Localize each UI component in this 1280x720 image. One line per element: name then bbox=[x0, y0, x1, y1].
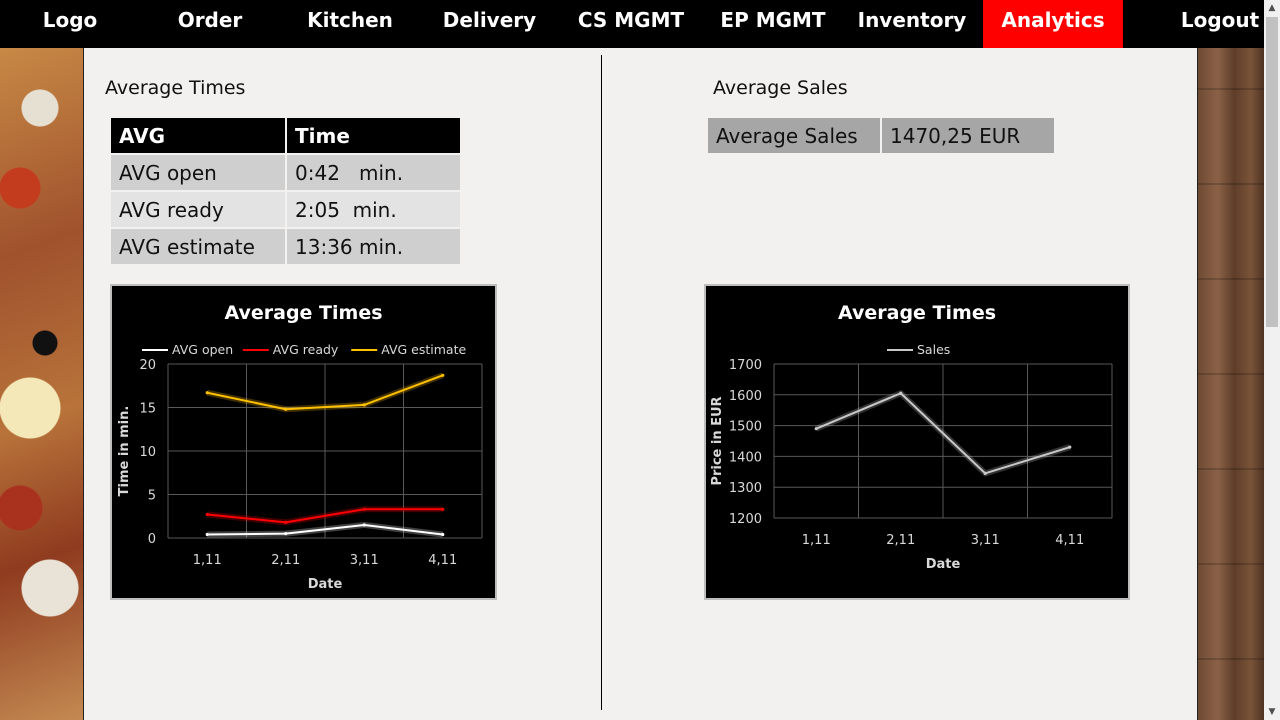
y-tick-label: 15 bbox=[139, 402, 156, 417]
average-times-title: Average Times bbox=[105, 77, 246, 99]
chart-title: Average Times bbox=[838, 302, 996, 324]
y-tick-label: 1300 bbox=[729, 481, 762, 496]
data-point bbox=[441, 532, 445, 537]
scroll-up-icon[interactable]: ▲ bbox=[1264, 0, 1280, 16]
data-point bbox=[205, 532, 209, 537]
y-axis-label: Price in EUR bbox=[710, 396, 725, 485]
sales-label: Average Sales bbox=[708, 118, 880, 153]
row-value: 0:42 min. bbox=[287, 155, 460, 190]
row-value: 2:05 min. bbox=[287, 192, 460, 227]
x-tick-label: 1,11 bbox=[802, 533, 831, 548]
data-point bbox=[899, 391, 903, 395]
pizza-background-image bbox=[0, 48, 83, 720]
table-row: Average Sales 1470,25 EUR bbox=[708, 118, 1054, 153]
left-border bbox=[83, 48, 84, 720]
average-sales-table: Average Sales 1470,25 EUR bbox=[706, 116, 1056, 155]
average-times-table: AVG Time AVG open 0:42 min. AVG ready 2:… bbox=[109, 116, 462, 266]
data-point bbox=[362, 403, 366, 407]
data-point bbox=[1068, 445, 1072, 449]
scroll-thumb[interactable] bbox=[1266, 17, 1278, 327]
nav-inventory[interactable]: Inventory bbox=[852, 0, 972, 48]
x-tick-label: 2,11 bbox=[886, 533, 915, 548]
y-tick-label: 1600 bbox=[729, 389, 762, 404]
data-point bbox=[441, 373, 445, 377]
y-tick-label: 1500 bbox=[729, 420, 762, 435]
nav-cs-mgmt[interactable]: CS MGMT bbox=[570, 0, 692, 48]
average-times-chart-svg: Average Times AVG open AVG ready AVG estima… bbox=[117, 302, 483, 592]
table-row: AVG ready 2:05 min. bbox=[111, 192, 460, 227]
row-value: 13:36 min. bbox=[287, 229, 460, 264]
top-navigation: Logo Order Kitchen Delivery CS MGMT EP M… bbox=[0, 0, 1264, 48]
nav-kitchen[interactable]: Kitchen bbox=[295, 0, 405, 48]
y-tick-label: 1700 bbox=[729, 358, 762, 373]
nav-logo[interactable]: Logo bbox=[25, 0, 115, 48]
data-point bbox=[983, 471, 987, 475]
data-point bbox=[441, 507, 445, 511]
nav-order[interactable]: Order bbox=[160, 0, 260, 48]
header-avg: AVG bbox=[111, 118, 285, 153]
row-label: AVG estimate bbox=[111, 229, 285, 264]
sales-value: 1470,25 EUR bbox=[882, 118, 1054, 153]
average-times-chart: Average Times AVG open AVG ready AVG estima… bbox=[110, 284, 497, 600]
header-time: Time bbox=[287, 118, 460, 153]
y-tick-label: 1400 bbox=[729, 450, 762, 465]
y-tick-label: 20 bbox=[139, 358, 156, 373]
data-point bbox=[284, 520, 288, 524]
nav-analytics[interactable]: Analytics bbox=[983, 0, 1123, 48]
x-tick-label: 2,11 bbox=[271, 553, 300, 568]
x-tick-label: 4,11 bbox=[428, 553, 457, 568]
scroll-down-icon[interactable]: ▼ bbox=[1264, 704, 1280, 720]
x-axis-label: Date bbox=[926, 557, 961, 572]
legend-label: AVG estimate bbox=[381, 342, 466, 357]
y-tick-label: 10 bbox=[139, 445, 156, 460]
row-label: AVG ready bbox=[111, 192, 285, 227]
column-divider bbox=[601, 55, 602, 710]
nav-logout[interactable]: Logout bbox=[1170, 0, 1270, 48]
table-row: AVG open 0:42 min. bbox=[111, 155, 460, 190]
x-tick-label: 1,11 bbox=[193, 553, 222, 568]
nav-delivery[interactable]: Delivery bbox=[432, 0, 547, 48]
sales-chart-svg: Average Times Sales 1200 1300 1400 1500 1600 17… bbox=[710, 302, 1113, 572]
table-header-row: AVG Time bbox=[111, 118, 460, 153]
nav-ep-mgmt[interactable]: EP MGMT bbox=[712, 0, 834, 48]
page-scrollbar[interactable]: ▲ ▼ bbox=[1264, 0, 1280, 720]
row-label: AVG open bbox=[111, 155, 285, 190]
data-point bbox=[205, 391, 209, 395]
x-tick-label: 3,11 bbox=[971, 533, 1000, 548]
chart-title: Average Times bbox=[224, 302, 382, 324]
x-tick-label: 4,11 bbox=[1055, 533, 1084, 548]
wood-background-image bbox=[1198, 48, 1264, 720]
right-border bbox=[1197, 48, 1198, 720]
y-axis-label: Time in min. bbox=[117, 406, 132, 497]
table-row: AVG estimate 13:36 min. bbox=[111, 229, 460, 264]
data-point bbox=[362, 507, 366, 511]
average-sales-title: Average Sales bbox=[713, 77, 848, 99]
data-point bbox=[362, 523, 366, 527]
legend-label: AVG ready bbox=[273, 342, 339, 357]
y-tick-label: 5 bbox=[148, 489, 156, 504]
legend-label: AVG open bbox=[172, 342, 233, 357]
x-tick-label: 3,11 bbox=[350, 553, 379, 568]
data-point bbox=[814, 427, 818, 431]
x-axis-label: Date bbox=[308, 577, 343, 592]
data-point bbox=[284, 407, 288, 411]
data-point bbox=[205, 512, 209, 517]
data-point bbox=[284, 532, 288, 536]
y-tick-label: 0 bbox=[148, 532, 156, 547]
y-tick-label: 1200 bbox=[729, 512, 762, 527]
legend-label: Sales bbox=[917, 342, 950, 357]
sales-chart: Average Times Sales 1200 1300 1400 1500 1600 17… bbox=[704, 284, 1130, 600]
